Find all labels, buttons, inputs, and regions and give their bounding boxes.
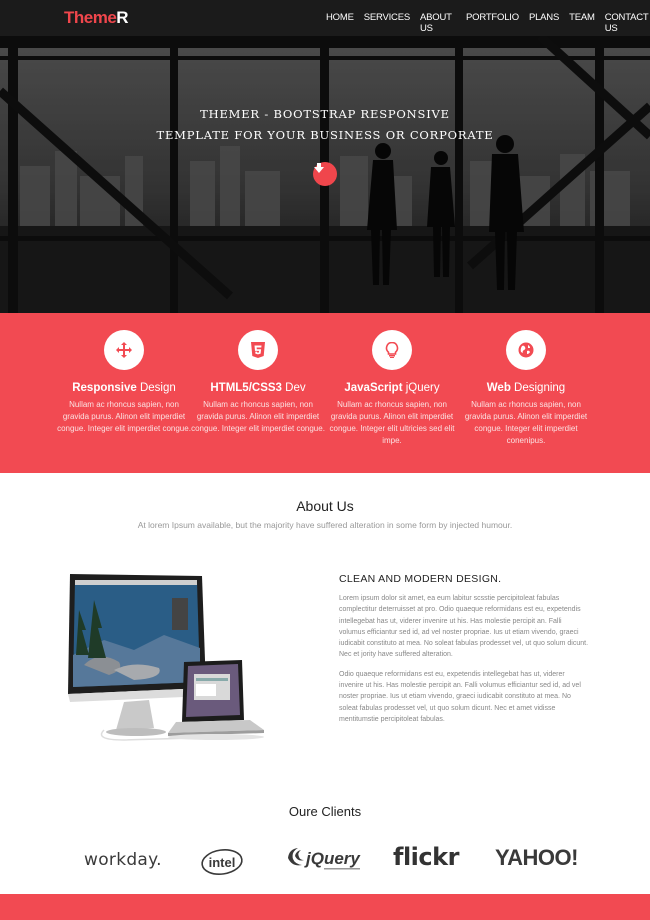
about-title: CLEAN AND MODERN DESIGN. <box>339 573 502 585</box>
service-title: Web Designing <box>451 382 601 394</box>
nav-team[interactable]: TEAM <box>569 12 595 34</box>
about-paragraph-1: Lorem ipsum dolor sit amet, ea eum labit… <box>339 595 589 659</box>
nav-home[interactable]: HOME <box>326 12 354 42</box>
hero-banner: THEMER - BOOTSTRAP RESPONSIVE TEMPLATE F… <box>0 36 650 313</box>
html5-icon <box>251 342 265 358</box>
service-title: JavaScript jQuery <box>317 382 467 394</box>
service-title: HTML5/CSS3 Dev <box>183 382 333 394</box>
service-description: Nullam ac rhoncus sapien, non gravida pu… <box>57 400 191 433</box>
globe-icon <box>518 342 534 358</box>
main-menu: HOME SERVICES ABOUT US PORTFOLIO PLANS T… <box>326 12 650 42</box>
client-logo-jquery-text: jQuery <box>304 849 361 868</box>
client-logo-workday: workday. <box>84 850 162 870</box>
service-title: Responsive Design <box>49 382 199 394</box>
nav-services[interactable]: SERVICES <box>364 12 410 34</box>
lightbulb-icon <box>385 342 399 358</box>
service-description: Nullam ac rhoncus sapien, non gravida pu… <box>191 400 325 433</box>
about-paragraph-2: Odio quaeque reformidans est eu, expeten… <box>339 670 581 723</box>
logo-text: Theme <box>64 8 117 27</box>
top-navbar: ThemeR HOME SERVICES ABOUT US PORTFOLIO … <box>0 0 650 42</box>
nav-portfolio[interactable]: PORTFOLIO <box>466 12 519 34</box>
service-title-bold: HTML5/CSS3 <box>210 382 282 394</box>
site-logo[interactable]: ThemeR <box>64 8 129 28</box>
about-content: CLEAN AND MODERN DESIGN. Lorem ipsum dol… <box>339 573 589 725</box>
logo-letter: R <box>116 8 129 27</box>
service-card-html5: HTML5/CSS3 Dev Nullam ac rhoncus sapien,… <box>183 330 333 435</box>
scroll-down-button[interactable] <box>313 162 337 186</box>
service-card-responsive: Responsive Design Nullam ac rhoncus sapi… <box>49 330 199 435</box>
client-logo-yahoo: YAHOO! <box>495 845 578 870</box>
hero-title-line2: TEMPLATE FOR YOUR BUSINESS OR CORPORATE <box>156 128 494 142</box>
client-logo-intel-text: intel <box>209 855 236 870</box>
service-title-bold: Web <box>486 382 511 394</box>
nav-plans[interactable]: PLANS <box>529 12 559 34</box>
service-title-rest: Design <box>136 382 176 394</box>
service-title-rest: Designing <box>510 382 566 394</box>
move-icon <box>116 342 132 358</box>
nav-contact-us[interactable]: CONTACT US <box>605 12 650 34</box>
hero-title-line1: THEMER - BOOTSTRAP RESPONSIVE <box>200 107 450 121</box>
nav-about-us[interactable]: ABOUT US <box>420 12 456 34</box>
service-title-bold: Responsive <box>72 382 137 394</box>
clients-heading: Oure Clients <box>288 804 362 819</box>
arrow-down-icon <box>314 163 324 173</box>
service-title-rest: Dev <box>281 382 306 394</box>
service-card-web-design: Web Designing Nullam ac rhoncus sapien, … <box>451 330 601 447</box>
service-card-javascript: JavaScript jQuery Nullam ac rhoncus sapi… <box>317 330 467 447</box>
about-heading: About Us <box>296 498 354 514</box>
client-logo-flickr: flickr <box>393 843 459 871</box>
service-description: Nullam ac rhoncus sapien, non gravida pu… <box>464 400 588 445</box>
services-section: Responsive Design Nullam ac rhoncus sapi… <box>0 313 650 473</box>
service-title-bold: JavaScript <box>344 382 403 394</box>
devices-image <box>68 574 264 741</box>
footer-bar <box>0 894 650 920</box>
about-subheading: At lorem Ipsum available, but the majori… <box>137 520 513 530</box>
client-logo-jquery: jQuery <box>288 848 361 870</box>
service-title-rest: jQuery <box>402 382 440 394</box>
client-logo-intel: intel <box>201 848 243 876</box>
service-description: Nullam ac rhoncus sapien, non gravida pu… <box>329 400 455 445</box>
